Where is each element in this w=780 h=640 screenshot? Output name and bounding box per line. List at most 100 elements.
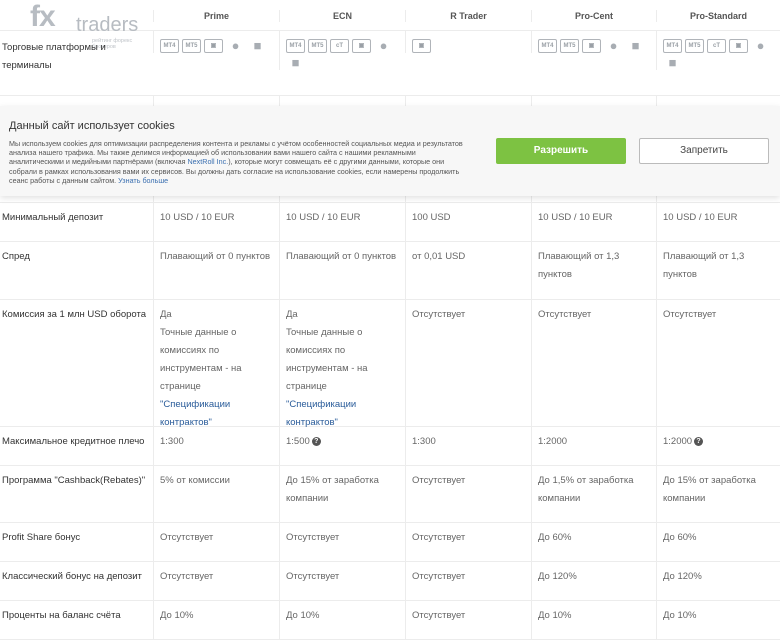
web-icon[interactable]: ▣ [582, 39, 601, 53]
help-icon[interactable]: ? [694, 436, 704, 446]
commission-note-text: Точные данные о комиссиях по инструмента… [160, 327, 242, 392]
platform-icons-ecn: MT4 MT5 cT ▣ ● ■ [279, 31, 405, 70]
column-header-r-trader: R Trader [405, 10, 531, 22]
table-cell: До 60% [531, 523, 656, 561]
web-icon[interactable]: ▣ [204, 39, 223, 53]
row-label: Торговые платформы и терминалы [2, 42, 106, 71]
mt4-icon[interactable]: MT4 [663, 39, 682, 53]
ct-icon[interactable]: cT [330, 39, 349, 53]
ct-icon[interactable]: cT [707, 39, 726, 53]
learn-more-link[interactable]: Узнать больше [118, 176, 168, 185]
table-cell: 10 USD / 10 EUR [656, 203, 780, 241]
android-icon[interactable]: ■ [286, 56, 305, 70]
leverage-value: 1:2000 [663, 436, 693, 447]
deny-cookies-button[interactable]: Запретить [639, 138, 769, 164]
table-cell: До 15% от заработка компании [279, 466, 405, 522]
platform-icons-pro-cent: MT4 MT5 ▣ ● ■ [531, 31, 656, 53]
commission-value: Да [160, 309, 172, 320]
row-label: Минимальный депозит [2, 212, 104, 223]
table-row-balance-interest: Проценты на баланс счёта До 10% До 10% О… [0, 601, 780, 640]
android-icon[interactable]: ■ [626, 39, 645, 53]
cookie-banner-text: Мы используем cookies для оптимизации ра… [9, 139, 471, 185]
table-cell: До 1,5% от заработка компании [531, 466, 656, 522]
table-cell: Плавающий от 1,3 пунктов [656, 242, 780, 299]
column-header-pro-standard: Pro-Standard [656, 10, 780, 22]
table-cell: Отсутствует [405, 562, 531, 600]
mt4-icon[interactable]: MT4 [286, 39, 305, 53]
row-label: Максимальное кредитное плечо [2, 436, 145, 447]
table-cell: Отсутствует [405, 523, 531, 561]
table-cell: Отсутствует [531, 300, 656, 426]
table-cell: До 10% [656, 601, 780, 639]
table-cell: 10 USD / 10 EUR [153, 203, 279, 241]
table-cell: от 0,01 USD [405, 242, 531, 299]
table-cell: 10 USD / 10 EUR [531, 203, 656, 241]
table-cell: Отсутствует [153, 523, 279, 561]
apple-icon[interactable]: ● [226, 39, 245, 53]
table-cell: 1:500? [279, 427, 405, 465]
table-cell: Отсутствует [405, 300, 531, 426]
column-header-ecn: ECN [279, 10, 405, 22]
table-cell: До 10% [279, 601, 405, 639]
apple-icon[interactable]: ● [604, 39, 623, 53]
commission-value: Да [286, 309, 298, 320]
android-icon[interactable]: ■ [663, 56, 682, 70]
contract-specs-link[interactable]: "Спецификации контрактов" [286, 399, 356, 428]
table-cell: Отсутствует [279, 562, 405, 600]
table-cell: 1:2000 [531, 427, 656, 465]
row-label: Программа "Cashback(Rebates)" [2, 475, 146, 486]
table-cell: 1:300 [153, 427, 279, 465]
platform-icons-prime: MT4 MT5 ▣ ● ■ [153, 31, 279, 53]
mt4-icon[interactable]: MT4 [160, 39, 179, 53]
table-row-platforms: Торговые платформы и терминалы MT4 MT5 ▣ ● ■… [0, 31, 780, 96]
table-cell: Да Точные данные о комиссиях по инструме… [279, 300, 405, 428]
table-row-leverage: Максимальное кредитное плечо 1:300 1:500… [0, 427, 780, 466]
cookie-consent-banner: Данный сайт использует cookies Мы исполь… [0, 106, 780, 196]
table-cell: Да Точные данные о комиссиях по инструме… [153, 300, 279, 428]
table-row-deposit-bonus: Классический бонус на депозит Отсутствуе… [0, 562, 780, 601]
web-icon[interactable]: ▣ [412, 39, 431, 53]
table-cell: До 10% [531, 601, 656, 639]
mt5-icon[interactable]: MT5 [182, 39, 201, 53]
mt5-icon[interactable]: MT5 [560, 39, 579, 53]
allow-cookies-button[interactable]: Разрешить [496, 138, 626, 164]
table-row-spread: Спред Плавающий от 0 пунктов Плавающий о… [0, 242, 780, 300]
commission-note: Точные данные о комиссиях по инструмента… [286, 324, 395, 432]
leverage-value: 1:500 [286, 436, 310, 447]
apple-icon[interactable]: ● [374, 39, 393, 53]
help-icon[interactable]: ? [311, 436, 321, 446]
table-row-commission: Комиссия за 1 млн USD оборота Да Точные … [0, 300, 780, 428]
table-cell: 1:300 [405, 427, 531, 465]
table-cell: 100 USD [405, 203, 531, 241]
commission-note: Точные данные о комиссиях по инструмента… [160, 324, 269, 432]
table-cell: Отсутствует [405, 601, 531, 639]
row-label: Profit Share бонус [2, 532, 81, 543]
table-header: fx traders рейтинг форекс брокеров Prime… [0, 0, 780, 50]
mt5-icon[interactable]: MT5 [308, 39, 327, 53]
platform-icons-pro-standard: MT4 MT5 cT ▣ ● ■ [656, 31, 780, 70]
contract-specs-link[interactable]: "Спецификации контрактов" [160, 399, 230, 428]
mt4-icon[interactable]: MT4 [538, 39, 557, 53]
nextroll-link[interactable]: NextRoll Inc. [187, 157, 228, 166]
table-cell: До 60% [656, 523, 780, 561]
column-header-pro-cent: Pro-Cent [531, 10, 656, 22]
table-cell: 10 USD / 10 EUR [279, 203, 405, 241]
table-cell: 5% от комиссии [153, 466, 279, 522]
row-label: Проценты на баланс счёта [2, 610, 121, 621]
apple-icon[interactable]: ● [751, 39, 770, 53]
table-cell: До 120% [656, 562, 780, 600]
column-header-prime: Prime [153, 10, 279, 22]
table-row-min-deposit: Минимальный депозит 10 USD / 10 EUR 10 U… [0, 203, 780, 242]
android-icon[interactable]: ■ [248, 39, 267, 53]
web-icon[interactable]: ▣ [352, 39, 371, 53]
web-icon[interactable]: ▣ [729, 39, 748, 53]
table-cell: 1:2000? [656, 427, 780, 465]
commission-note-text: Точные данные о комиссиях по инструмента… [286, 327, 368, 392]
table-cell: До 120% [531, 562, 656, 600]
table-cell: Плавающий от 0 пунктов [279, 242, 405, 299]
row-label: Комиссия за 1 млн USD оборота [2, 309, 146, 320]
mt5-icon[interactable]: MT5 [685, 39, 704, 53]
table-cell: Плавающий от 0 пунктов [153, 242, 279, 299]
table-cell: До 10% [153, 601, 279, 639]
logo-fx: fx [30, 0, 56, 33]
